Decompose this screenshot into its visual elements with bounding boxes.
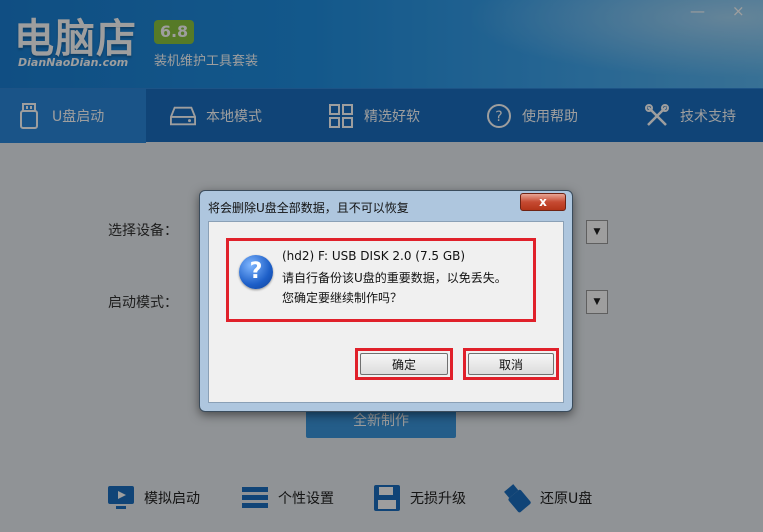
- app-window: 电脑店 DianNaoDian.com 6.8 装机维护工具套装 — × U盘启…: [0, 0, 763, 532]
- cancel-button-highlight: 取消: [463, 348, 559, 380]
- backup-warning-line: 请自行备份该U盘的重要数据，以免丢失。: [282, 271, 507, 285]
- dialog-title: 将会删除U盘全部数据，且不可以恢复: [208, 201, 409, 215]
- ok-button-highlight: 确定: [355, 348, 453, 380]
- confirm-question-line: 您确定要继续制作吗？: [282, 291, 403, 305]
- ok-button[interactable]: 确定: [360, 353, 448, 375]
- dialog-close-button[interactable]: x: [520, 193, 566, 211]
- cancel-button[interactable]: 取消: [468, 353, 554, 375]
- confirm-dialog: 将会删除U盘全部数据，且不可以恢复 x ? (hd2) F: USB DISK …: [199, 190, 573, 412]
- dialog-body: ? (hd2) F: USB DISK 2.0 (7.5 GB) 请自行备份该U…: [208, 221, 564, 403]
- question-icon: ?: [239, 255, 273, 289]
- warning-message-box: ? (hd2) F: USB DISK 2.0 (7.5 GB) 请自行备份该U…: [226, 238, 536, 322]
- device-info-line: (hd2) F: USB DISK 2.0 (7.5 GB): [282, 249, 466, 263]
